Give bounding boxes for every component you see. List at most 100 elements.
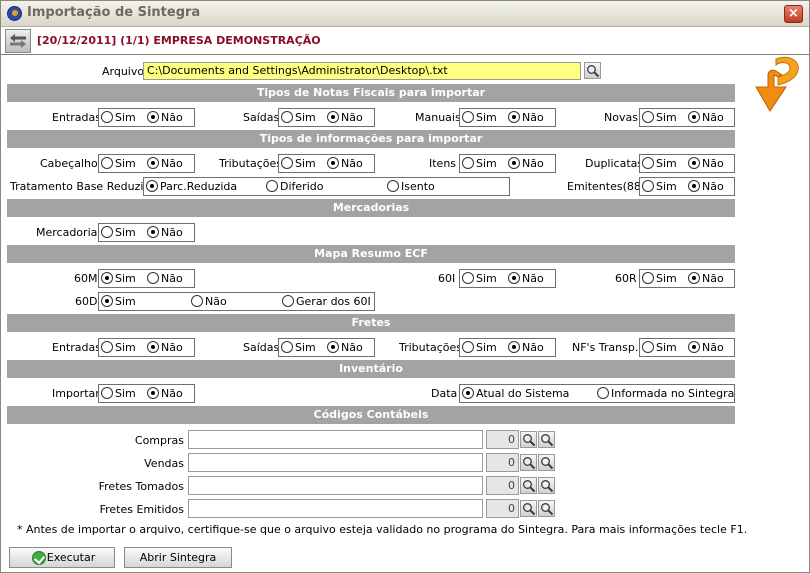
fretes-nfs-transp-group: Sim Não	[639, 338, 735, 357]
inventario-data-atual[interactable]: Atual do Sistema	[462, 387, 569, 401]
executar-button[interactable]: Executar	[9, 547, 115, 568]
info-emitentes-sim[interactable]: Sim	[642, 180, 677, 194]
tratamento-isento[interactable]: Isento	[387, 180, 435, 194]
mapa-60r-nao[interactable]: Não	[688, 272, 724, 286]
notas-novas-sim[interactable]: Sim	[642, 111, 677, 125]
fretes-entradas-nao[interactable]: Não	[147, 341, 183, 355]
mapa-60m-nao[interactable]: Não	[147, 272, 183, 286]
mapa-60i-nao[interactable]: Não	[508, 272, 544, 286]
info-duplicatas-sim[interactable]: Sim	[642, 157, 677, 171]
codigo-fretes-tomados-input[interactable]	[188, 476, 483, 495]
close-button[interactable]: ×	[784, 5, 803, 23]
info-emitentes-group: Sim Não	[639, 177, 735, 196]
swap-button[interactable]	[5, 29, 31, 53]
fretes-entradas-sim[interactable]: Sim	[101, 341, 136, 355]
fretes-nfs-transp-nao[interactable]: Não	[688, 341, 724, 355]
fretes-saidas-group: Sim Não	[278, 338, 375, 357]
fretes-tributacoes-sim[interactable]: Sim	[462, 341, 497, 355]
codigo-fretes-tomados-search[interactable]	[520, 477, 537, 494]
import-arrow-icon[interactable]	[746, 53, 806, 119]
notas-manuais-label: Manuais	[415, 111, 461, 124]
info-emitentes-nao[interactable]: Não	[688, 180, 724, 194]
mapa-60r-sim[interactable]: Sim	[642, 272, 677, 286]
radio-on-icon	[147, 111, 159, 123]
sintegra-import-window: Importação de Sintegra × [20/12/2011] (1…	[0, 0, 810, 573]
info-duplicatas-nao[interactable]: Não	[688, 157, 724, 171]
mapa-60i-group: Sim Não	[459, 269, 556, 288]
radio-on-icon	[508, 111, 520, 123]
info-itens-group: Sim Não	[459, 154, 556, 173]
notas-manuais-sim[interactable]: Sim	[462, 111, 497, 125]
radio-on-icon	[688, 272, 700, 284]
radio-off-icon	[191, 295, 203, 307]
inventario-importar-nao[interactable]: Não	[147, 387, 183, 401]
codigo-fretes-tomados-number[interactable]: 0	[486, 476, 519, 495]
notas-novas-nao[interactable]: Não	[688, 111, 724, 125]
info-tributacoes-sim[interactable]: Sim	[281, 157, 316, 171]
inventario-data-label: Data	[431, 387, 458, 400]
mercadorias-nao[interactable]: Não	[147, 226, 183, 240]
section-mercadorias: Mercadorias	[7, 199, 735, 217]
fretes-saidas-sim[interactable]: Sim	[281, 341, 316, 355]
radio-off-icon	[462, 157, 474, 169]
inventario-data-informada[interactable]: Informada no Sintegra	[597, 387, 734, 401]
radio-off-icon	[597, 387, 609, 399]
radio-off-icon	[101, 341, 113, 353]
info-tributacoes-nao[interactable]: Não	[327, 157, 363, 171]
notas-entradas-sim[interactable]: Sim	[101, 111, 136, 125]
codigo-fretes-tomados-search-2[interactable]	[538, 477, 555, 494]
mapa-60d-gerar[interactable]: Gerar dos 60I	[282, 295, 371, 309]
codigo-vendas-search-2[interactable]	[538, 454, 555, 471]
arquivo-search-button[interactable]	[584, 62, 601, 79]
codigo-vendas-search[interactable]	[520, 454, 537, 471]
codigo-fretes-emitidos-search[interactable]	[520, 500, 537, 517]
info-cabecalhos-group: Sim Não	[98, 154, 195, 173]
fretes-entradas-group: Sim Não	[98, 338, 195, 357]
inventario-importar-sim[interactable]: Sim	[101, 387, 136, 401]
app-icon	[7, 6, 22, 21]
mapa-60m-sim[interactable]: Sim	[101, 272, 136, 286]
mercadorias-sim[interactable]: Sim	[101, 226, 136, 240]
fretes-nfs-transp-sim[interactable]: Sim	[642, 341, 677, 355]
notas-saidas-group: Sim Não	[278, 108, 375, 127]
codigo-compras-number[interactable]: 0	[486, 430, 519, 449]
info-cabecalhos-sim[interactable]: Sim	[101, 157, 136, 171]
codigo-fretes-emitidos-label: Fretes Emitidos	[99, 503, 184, 516]
codigo-compras-search[interactable]	[520, 431, 537, 448]
tratamento-parc-reduzida[interactable]: Parc.Reduzida	[146, 180, 237, 194]
arquivo-input[interactable]: C:\Documents and Settings\Administrator\…	[143, 62, 581, 80]
info-cabecalhos-nao[interactable]: Não	[147, 157, 183, 171]
mapa-60d-sim[interactable]: Sim	[101, 295, 136, 309]
validation-note: * Antes de importar o arquivo, certifiqu…	[17, 523, 748, 536]
codigo-fretes-emitidos-number[interactable]: 0	[486, 499, 519, 518]
mapa-60d-nao[interactable]: Não	[191, 295, 227, 309]
fretes-tributacoes-nao[interactable]: Não	[508, 341, 544, 355]
notas-entradas-nao[interactable]: Não	[147, 111, 183, 125]
codigo-vendas-input[interactable]	[188, 453, 483, 472]
tratamento-diferido[interactable]: Diferido	[266, 180, 323, 194]
fretes-saidas-nao[interactable]: Não	[327, 341, 363, 355]
info-tratamento-label: Tratamento Base Reduzida	[10, 180, 158, 193]
radio-on-icon	[101, 295, 113, 307]
notas-manuais-nao[interactable]: Não	[508, 111, 544, 125]
toolbar: [20/12/2011] (1/1) EMPRESA DEMONSTRAÇÃO	[1, 27, 809, 55]
notas-saidas-sim[interactable]: Sim	[281, 111, 316, 125]
codigo-vendas-number[interactable]: 0	[486, 453, 519, 472]
radio-off-icon	[462, 272, 474, 284]
codigo-fretes-emitidos-search-2[interactable]	[538, 500, 555, 517]
executar-label: Executar	[46, 551, 96, 564]
mapa-60i-sim[interactable]: Sim	[462, 272, 497, 286]
mapa-60d-group: Sim Não Gerar dos 60I	[98, 292, 375, 311]
notas-saidas-nao[interactable]: Não	[327, 111, 363, 125]
mapa-60i-label: 60I	[438, 272, 456, 285]
abrir-sintegra-button[interactable]: Abrir Sintegra	[124, 547, 232, 568]
codigo-compras-search-2[interactable]	[538, 431, 555, 448]
info-itens-sim[interactable]: Sim	[462, 157, 497, 171]
codigo-fretes-emitidos-input[interactable]	[188, 499, 483, 518]
radio-off-icon	[462, 341, 474, 353]
section-tipos-info: Tipos de informações para importar	[7, 130, 735, 148]
info-itens-nao[interactable]: Não	[508, 157, 544, 171]
codigo-compras-input[interactable]	[188, 430, 483, 449]
section-codigos: Códigos Contábeis	[7, 406, 735, 424]
radio-off-icon	[101, 226, 113, 238]
